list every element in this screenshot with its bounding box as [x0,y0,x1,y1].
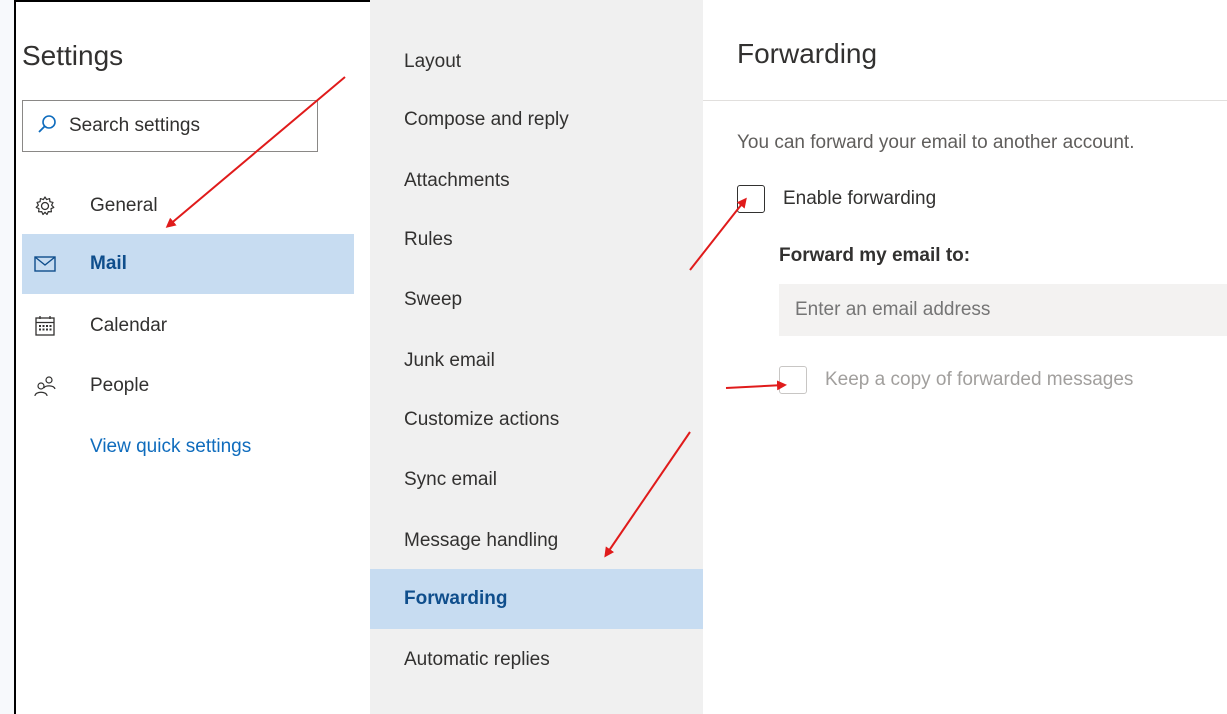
gear-icon [32,193,58,219]
nav-item-label: General [90,195,158,216]
menu-item-layout[interactable]: Layout [370,32,703,92]
menu-item-message-handling[interactable]: Message handling [370,511,703,571]
search-input[interactable]: Search settings [22,100,318,152]
forward-email-field[interactable] [779,284,1227,336]
search-placeholder: Search settings [69,115,200,136]
menu-item-customize-actions[interactable]: Customize actions [370,390,703,450]
keep-copy-label: Keep a copy of forwarded messages [825,369,1134,390]
settings-title: Settings [22,40,124,71]
view-quick-settings-link[interactable]: View quick settings [90,436,251,458]
settings-sidebar: Settings Search settings General Mail Ca… [22,2,356,714]
mail-icon [32,251,58,277]
forwarding-pane: Forwarding You can forward your email to… [703,0,1227,714]
nav-item-general[interactable]: General [22,176,354,236]
page-title: Forwarding [737,38,878,69]
enable-forwarding-checkbox[interactable] [737,185,765,213]
menu-item-sweep[interactable]: Sweep [370,270,703,330]
menu-item-forwarding[interactable]: Forwarding [370,569,703,629]
menu-item-automatic-replies[interactable]: Automatic replies [370,630,703,690]
keep-copy-checkbox[interactable] [779,366,807,394]
nav-item-label: Mail [90,253,127,274]
enable-forwarding-row[interactable]: Enable forwarding [737,185,936,213]
menu-item-sync-email[interactable]: Sync email [370,450,703,510]
forwarding-description: You can forward your email to another ac… [737,132,1135,153]
divider [703,100,1227,101]
forward-to-label: Forward my email to: [779,245,971,266]
enable-forwarding-label: Enable forwarding [783,188,937,209]
search-icon [37,114,57,139]
menu-item-compose-and-reply[interactable]: Compose and reply [370,90,703,150]
keep-copy-row[interactable]: Keep a copy of forwarded messages [779,366,1133,394]
people-icon [32,373,58,399]
calendar-icon [32,313,58,339]
nav-item-label: People [90,375,150,396]
nav-item-calendar[interactable]: Calendar [22,296,354,356]
nav-item-label: Calendar [90,315,168,336]
menu-item-attachments[interactable]: Attachments [370,151,703,211]
mail-settings-menu: Layout Compose and reply Attachments Rul… [370,0,703,714]
menu-item-rules[interactable]: Rules [370,210,703,270]
nav-item-mail[interactable]: Mail [22,234,354,294]
menu-item-junk-email[interactable]: Junk email [370,331,703,391]
nav-item-people[interactable]: People [22,356,354,416]
